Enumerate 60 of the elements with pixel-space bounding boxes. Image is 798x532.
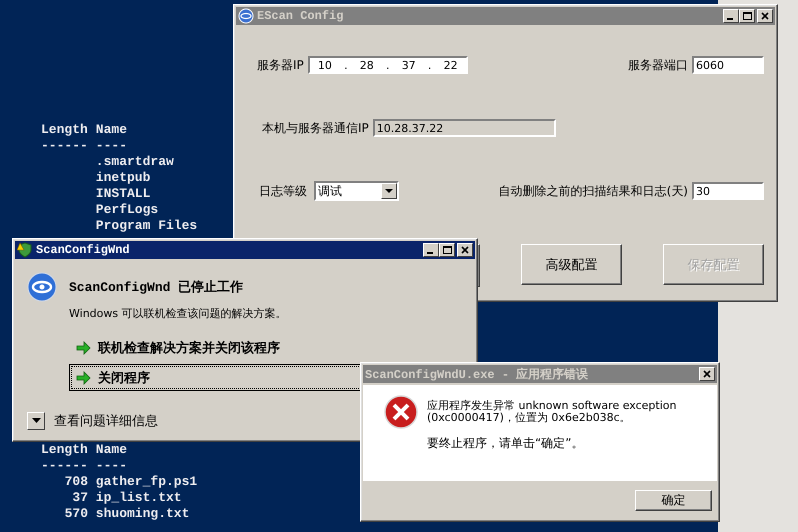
- close-button[interactable]: [457, 243, 473, 257]
- option-button[interactable]: 联机检查解决方案并关闭该程序: [69, 334, 489, 361]
- field-label: 自动删除之前的扫描结果和日志(天): [498, 182, 688, 200]
- console-text: ------: [41, 458, 88, 474]
- error-message: (0xc0000417)，位置为 0x6e2b038c。: [427, 412, 631, 424]
- console-text: ip_list.txt: [96, 490, 182, 506]
- console-text: ----: [96, 138, 128, 154]
- console-text: Length: [41, 442, 88, 458]
- expand-button[interactable]: [27, 412, 45, 430]
- console-text: ----: [96, 458, 128, 474]
- maximize-button[interactable]: [439, 243, 455, 257]
- dialog-heading: ScanConfigWnd 已停止工作: [69, 279, 244, 296]
- console-text: Name: [96, 442, 128, 458]
- window-title: EScan Config: [257, 9, 344, 23]
- console-text: Name: [96, 122, 128, 138]
- console-text: Program Files: [96, 218, 198, 234]
- console-text: 570: [64, 506, 88, 522]
- close-button[interactable]: [757, 9, 773, 23]
- caret-icon: [385, 188, 393, 194]
- dropdown[interactable]: 调试: [314, 181, 399, 201]
- ip-address-field[interactable]: 10 . 28 . 37 . 22: [308, 56, 468, 74]
- arrow-icon: [76, 340, 92, 356]
- console-text: shuoming.txt: [96, 506, 190, 522]
- minimize-icon: [726, 18, 732, 20]
- input-field[interactable]: 30: [692, 182, 764, 200]
- close-button[interactable]: [699, 367, 715, 381]
- field-label: 日志等级: [259, 182, 307, 200]
- console-text: inetpub: [96, 170, 150, 186]
- shield-icon: [17, 242, 33, 258]
- eye-icon: [27, 272, 57, 302]
- console-text: 37: [71, 490, 88, 506]
- window-title: ScanConfigWnd: [36, 243, 131, 257]
- minimize-button[interactable]: [723, 9, 739, 23]
- dialog-description: Windows 可以联机检查该问题的解决方案。: [69, 306, 288, 321]
- minimize-button[interactable]: [423, 243, 439, 257]
- console-text: ------: [41, 138, 88, 154]
- field-label: 服务器端口: [628, 56, 688, 74]
- maximize-button[interactable]: [739, 9, 755, 23]
- console-text: .smartdraw: [96, 154, 174, 170]
- error-message: 应用程序发生异常 unknown software exception: [427, 400, 676, 412]
- button[interactable]: 高级配置: [521, 244, 622, 285]
- error-icon: [384, 395, 418, 429]
- input-field[interactable]: 10.28.37.22: [372, 119, 556, 137]
- link-text[interactable]: 查看问题详细信息: [54, 412, 158, 430]
- minimize-icon: [426, 252, 432, 254]
- instruction-text: 要终止程序，请单击“确定”。: [427, 435, 584, 452]
- globe-icon: [238, 8, 254, 24]
- field-label: 本机与服务器通信IP: [262, 120, 369, 136]
- arrow-icon: [76, 370, 92, 386]
- ok-button[interactable]: 确定: [635, 490, 712, 511]
- console-text: PerfLogs: [96, 202, 158, 218]
- caret-icon: [32, 418, 40, 424]
- field-label: 服务器IP: [257, 56, 304, 74]
- console-text: 708: [64, 474, 88, 490]
- input-field[interactable]: 6060: [692, 56, 764, 74]
- maximize-icon: [441, 244, 453, 256]
- console-text: INSTALL: [96, 186, 150, 202]
- maximize-icon: [741, 10, 753, 22]
- console-text: Length: [41, 122, 88, 138]
- console-text: gather_fp.ps1: [96, 474, 198, 490]
